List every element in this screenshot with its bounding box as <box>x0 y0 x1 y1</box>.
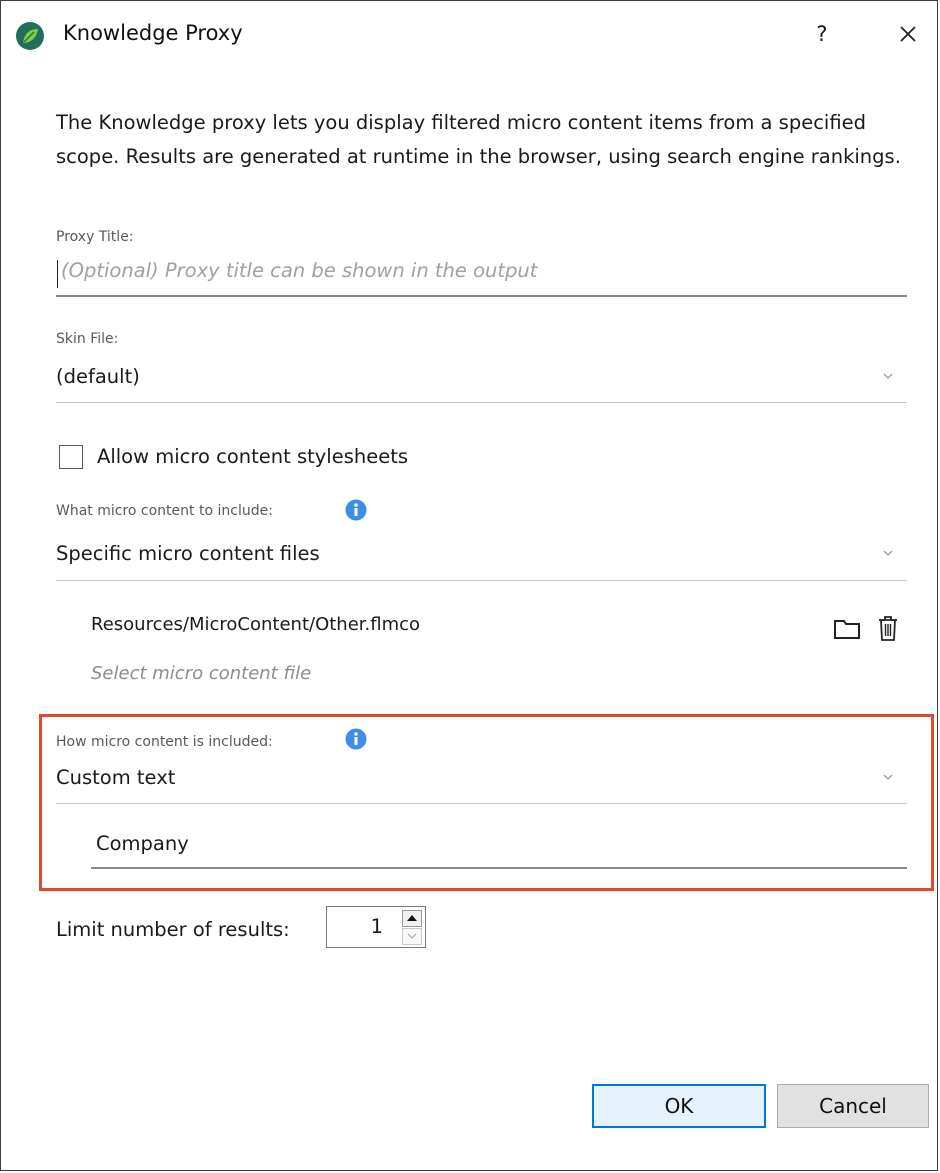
allow-stylesheets-checkbox[interactable] <box>59 445 83 469</box>
limit-results-stepper[interactable]: 1 <box>326 906 426 948</box>
allow-stylesheets-label[interactable]: Allow micro content stylesheets <box>97 445 408 468</box>
proxy-title-input[interactable]: (Optional) Proxy title can be shown in t… <box>61 259 537 282</box>
spin-up-button[interactable] <box>402 910 422 927</box>
dialog-title: Knowledge Proxy <box>63 21 243 45</box>
what-to-include-label: What micro content to include: <box>56 503 273 519</box>
chevron-down-icon[interactable] <box>881 371 895 381</box>
cancel-button[interactable]: Cancel <box>777 1084 929 1128</box>
what-to-include-select[interactable]: Specific micro content files <box>56 542 320 565</box>
custom-text-input[interactable]: Company <box>96 832 189 855</box>
trash-icon[interactable] <box>875 613 901 643</box>
info-icon[interactable] <box>345 728 367 750</box>
micro-content-file-item[interactable]: Resources/MicroContent/Other.flmco <box>91 614 420 635</box>
help-button[interactable]: ? <box>807 17 837 51</box>
how-included-select[interactable]: Custom text <box>56 766 175 789</box>
limit-results-label: Limit number of results: <box>56 918 290 941</box>
proxy-title-underline <box>56 295 907 297</box>
ok-button[interactable]: OK <box>592 1084 766 1128</box>
text-caret <box>57 260 58 288</box>
custom-text-underline <box>91 867 907 869</box>
skin-file-select[interactable]: (default) <box>56 365 140 388</box>
how-included-underline <box>56 803 907 804</box>
app-leaf-icon <box>16 22 44 50</box>
chevron-down-icon[interactable] <box>881 548 895 558</box>
how-included-label: How micro content is included: <box>56 734 273 750</box>
what-to-include-underline <box>56 580 907 581</box>
chevron-down-icon[interactable] <box>881 772 895 782</box>
info-icon[interactable] <box>345 499 367 521</box>
title-bar: Knowledge Proxy ? <box>1 1 939 71</box>
knowledge-proxy-dialog: Knowledge Proxy ? The Knowledge proxy le… <box>0 0 938 1171</box>
spin-down-button[interactable] <box>402 928 422 945</box>
limit-results-value[interactable]: 1 <box>371 915 383 938</box>
skin-file-label: Skin File: <box>56 331 119 347</box>
select-micro-content-file-input[interactable]: Select micro content file <box>91 663 311 684</box>
dialog-description: The Knowledge proxy lets you display fil… <box>56 111 901 168</box>
arrow-up-icon <box>407 915 417 921</box>
proxy-title-label: Proxy Title: <box>56 229 134 245</box>
chevron-down-icon <box>407 933 417 939</box>
folder-icon[interactable] <box>833 617 861 641</box>
close-icon[interactable] <box>891 17 925 51</box>
skin-file-underline <box>56 402 907 403</box>
